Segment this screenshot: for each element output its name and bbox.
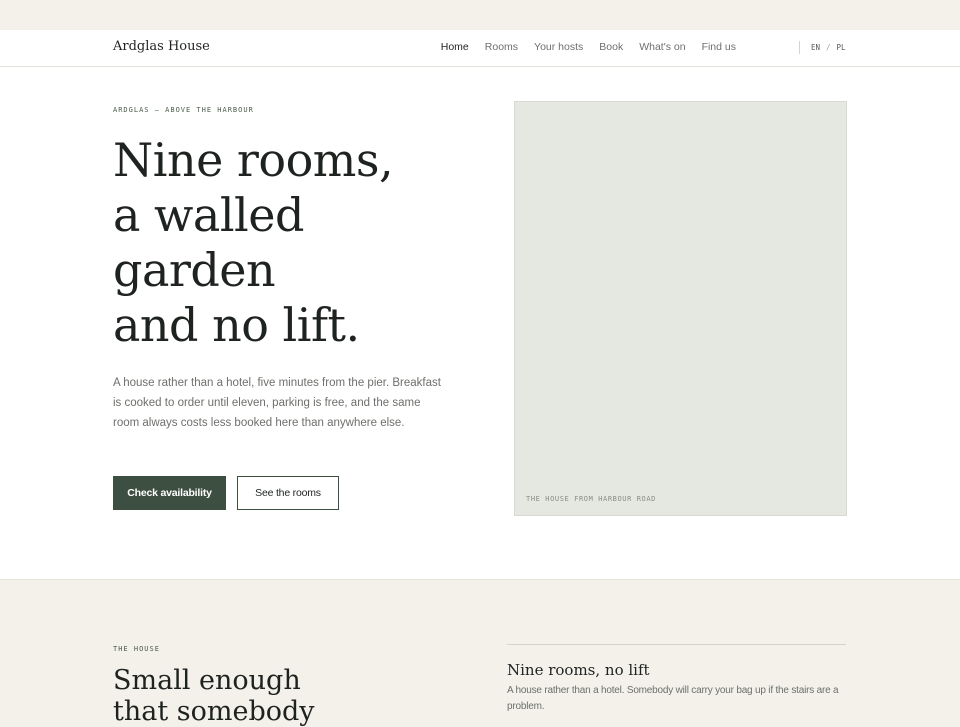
nav-item-rooms[interactable]: Rooms: [485, 41, 518, 53]
nav-item-find-us[interactable]: Find us: [702, 41, 736, 53]
headline-line: a walled: [113, 188, 304, 242]
nav-item-book[interactable]: Book: [599, 41, 623, 53]
section-title-line: Small enough: [113, 665, 301, 696]
section-title: Small enough that somebody: [113, 665, 393, 727]
feature-title: Nine rooms, no lift: [507, 661, 650, 679]
hero-headline: Nine rooms, a walled garden and no lift.: [113, 133, 453, 353]
see-rooms-button[interactable]: See the rooms: [237, 476, 339, 510]
nav-item-home[interactable]: Home: [441, 41, 469, 53]
hero-lede: A house rather than a hotel, five minute…: [113, 377, 441, 429]
lang-separator: /: [826, 43, 831, 52]
brand-logo[interactable]: Ardglas House: [113, 39, 210, 54]
check-availability-button[interactable]: Check availability: [113, 476, 226, 510]
feature-item: Nine rooms, no lift A house rather than …: [507, 644, 846, 715]
section-title-line: that somebody: [113, 696, 315, 727]
image-caption: THE HOUSE FROM HARBOUR ROAD: [526, 495, 656, 503]
section-eyebrow: THE HOUSE: [113, 645, 160, 653]
hero-image-placeholder: THE HOUSE FROM HARBOUR ROAD: [514, 101, 847, 516]
headline-line: garden: [113, 243, 276, 297]
hero-section: ARDGLAS — ABOVE THE HARBOUR Nine rooms, …: [0, 67, 960, 580]
lang-pl[interactable]: PL: [837, 43, 846, 52]
lang-en[interactable]: EN: [811, 43, 820, 52]
headline-line: Nine rooms,: [113, 133, 394, 187]
house-section: THE HOUSE Small enough that somebody Nin…: [0, 580, 960, 727]
headline-line: and no lift.: [113, 298, 360, 352]
site-header: Ardglas House Home Rooms Your hosts Book…: [0, 30, 960, 67]
language-switcher: EN / PL: [799, 41, 846, 54]
top-strip: [0, 0, 960, 30]
main-nav: Home Rooms Your hosts Book What's on Fin…: [441, 41, 736, 53]
nav-item-whats-on[interactable]: What's on: [639, 41, 685, 53]
nav-item-your-hosts[interactable]: Your hosts: [534, 41, 583, 53]
feature-text: A house rather than a hotel. Somebody wi…: [507, 685, 839, 712]
hero-eyebrow: ARDGLAS — ABOVE THE HARBOUR: [113, 106, 254, 114]
